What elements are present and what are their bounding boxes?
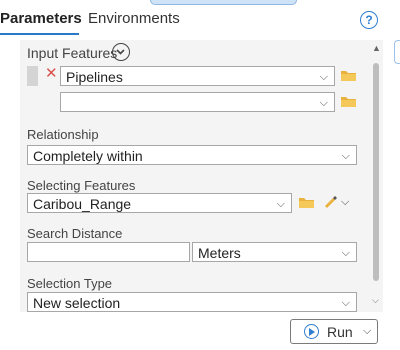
distance-unit-value: Meters <box>198 245 241 261</box>
row-handle[interactable] <box>27 66 38 86</box>
chevron-down-icon[interactable]: ⌵ <box>341 196 349 209</box>
help-icon[interactable]: ? <box>360 11 378 29</box>
scroll-thumb[interactable] <box>373 63 379 281</box>
remove-icon[interactable]: ✕ <box>45 64 58 82</box>
selection-type-label: Selection Type <box>27 276 113 291</box>
scroll-up-icon[interactable]: ▲ <box>372 43 381 53</box>
run-label: Run <box>327 324 353 340</box>
selection-type-select[interactable]: New selection ⌵ <box>27 292 357 312</box>
relationship-select[interactable]: Completely within ⌵ <box>27 145 357 165</box>
chevron-down-icon: ⌵ <box>341 150 350 162</box>
distance-unit-select[interactable]: Meters ⌵ <box>192 242 357 262</box>
tab-environments[interactable]: Environments <box>88 10 180 27</box>
chevron-down-icon: ⌵ <box>341 247 350 259</box>
selecting-features-select[interactable]: Caribou_Range ⌵ <box>27 193 292 213</box>
top-edge-decoration <box>150 0 297 5</box>
input-features-label: Input Features <box>27 45 118 61</box>
chevron-down-icon: ⌵ <box>276 198 285 210</box>
edit-pencil-icon[interactable] <box>322 193 338 209</box>
input-features-select-1[interactable]: Pipelines ⌵ <box>60 66 335 86</box>
active-tab-indicator <box>0 33 79 35</box>
input-features-value: Pipelines <box>66 69 123 85</box>
search-distance-label: Search Distance <box>27 226 123 241</box>
chevron-down-icon: ⌵ <box>341 297 350 309</box>
selection-type-value: New selection <box>33 295 121 311</box>
adjacent-panel-edge <box>394 40 400 64</box>
expand-toggle-icon[interactable] <box>112 43 130 61</box>
selecting-features-label: Selecting Features <box>27 178 136 193</box>
chevron-down-icon: ⌵ <box>319 97 328 109</box>
folder-icon[interactable] <box>298 196 315 208</box>
scroll-down-icon[interactable]: ⌵ <box>372 295 379 306</box>
tab-parameters[interactable]: Parameters <box>0 10 82 27</box>
input-features-select-2[interactable]: ⌵ <box>60 92 335 112</box>
selecting-features-value: Caribou_Range <box>33 196 132 212</box>
relationship-label: Relationship <box>27 127 99 142</box>
search-distance-input[interactable] <box>27 242 190 262</box>
run-button[interactable]: Run ⌵ <box>290 319 378 344</box>
chevron-down-icon: ⌵ <box>319 71 328 83</box>
chevron-down-icon[interactable]: ⌵ <box>363 325 371 338</box>
play-icon <box>304 324 319 339</box>
folder-icon[interactable] <box>340 95 357 107</box>
relationship-value: Completely within <box>33 148 143 164</box>
folder-icon[interactable] <box>340 69 357 81</box>
panel-scrollbar[interactable]: ▲ ⌵ <box>372 43 381 308</box>
